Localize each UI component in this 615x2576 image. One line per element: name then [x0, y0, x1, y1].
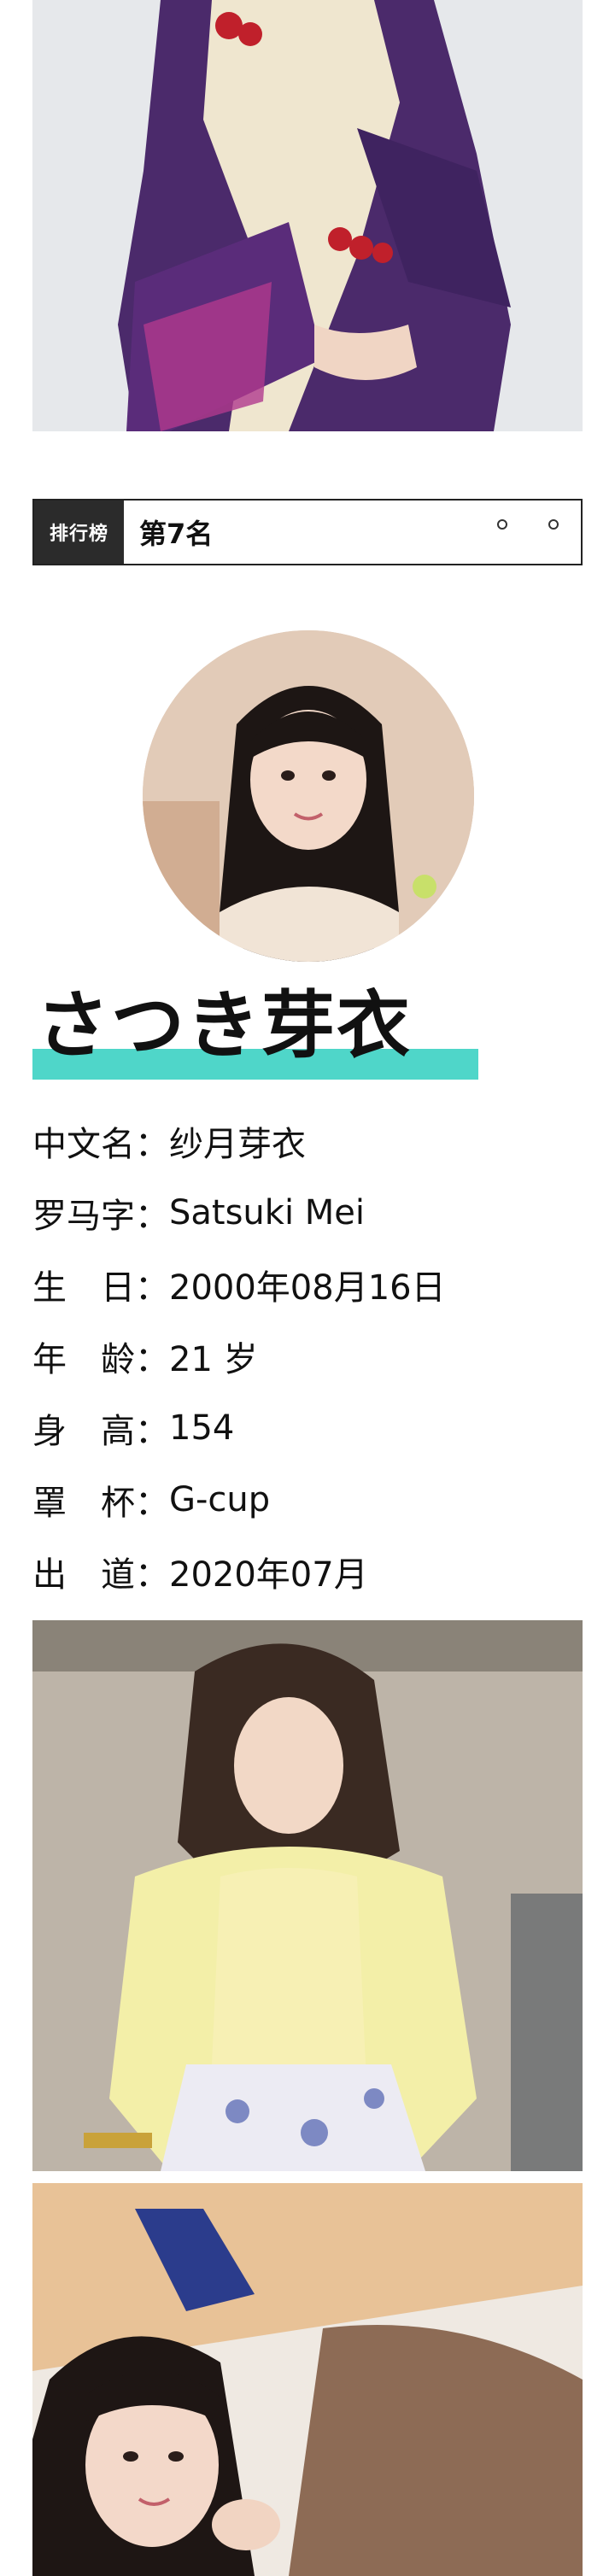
ranking-pager — [497, 501, 581, 564]
ranking-value: 第7名 — [139, 518, 214, 550]
ranking-tag: 排行榜 — [34, 501, 124, 564]
name-heading: さつき芽衣 — [32, 974, 478, 1085]
profile-list: 中文名： 纱月芽衣 罗马字： Satsuki Mei 生 日： 2000年08月… — [32, 1105, 583, 1607]
profile-label: 年 龄： — [32, 1340, 169, 1379]
profile-value: 21 岁 — [169, 1340, 258, 1379]
name-jp: さつき芽衣 — [36, 982, 412, 1068]
profile-row-height: 身 高： 154 — [32, 1392, 583, 1464]
kimono-photo-art — [32, 0, 583, 431]
lying-portrait-photo-art — [32, 2183, 583, 2576]
profile-row-chinese-name: 中文名： 纱月芽衣 — [32, 1105, 583, 1177]
profile-label: 罩 杯： — [32, 1484, 169, 1523]
profile-value: Satsuki Mei — [169, 1193, 366, 1232]
yellow-cardigan-photo-art — [32, 1620, 583, 2171]
profile-value: 2020年07月 — [169, 1555, 368, 1595]
profile-label: 生 日： — [32, 1268, 169, 1308]
profile-value: 154 — [169, 1408, 235, 1448]
profile-label: 罗马字： — [32, 1197, 169, 1236]
profile-row-age: 年 龄： 21 岁 — [32, 1320, 583, 1392]
avatar-art — [143, 630, 474, 962]
profile-value: 纱月芽衣 — [169, 1125, 306, 1164]
profile-value: 2000年08月16日 — [169, 1268, 446, 1308]
kimono-photo — [32, 0, 583, 431]
profile-label: 出 道： — [32, 1555, 169, 1595]
profile-value: G-cup — [169, 1480, 271, 1519]
profile-row-debut: 出 道： 2020年07月 — [32, 1536, 583, 1607]
profile-row-birthday: 生 日： 2000年08月16日 — [32, 1249, 583, 1320]
yellow-cardigan-photo — [32, 1620, 583, 2171]
profile-row-cup: 罩 杯： G-cup — [32, 1464, 583, 1536]
prev-dot-icon[interactable] — [497, 519, 507, 530]
portrait-avatar — [143, 630, 474, 962]
profile-row-romaji: 罗马字： Satsuki Mei — [32, 1177, 583, 1249]
ranking-bar: 排行榜 第7名 — [32, 499, 583, 565]
lying-portrait-photo — [32, 2183, 583, 2576]
profile-label: 身 高： — [32, 1412, 169, 1451]
next-dot-icon[interactable] — [548, 519, 559, 530]
profile-label: 中文名： — [32, 1125, 169, 1164]
